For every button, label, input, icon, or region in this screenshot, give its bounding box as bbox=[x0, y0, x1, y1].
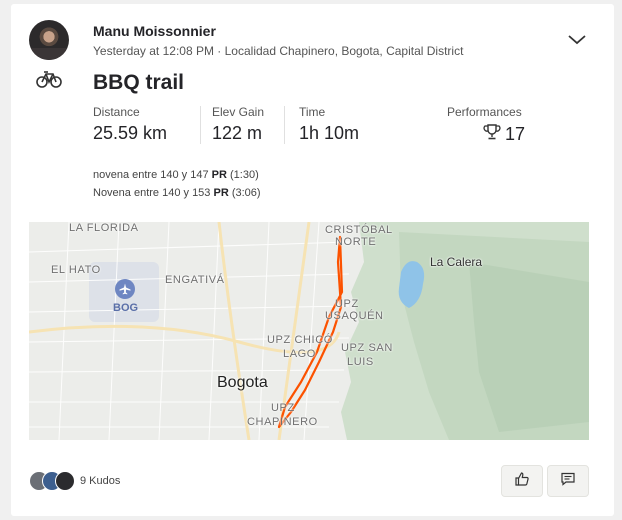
bike-icon bbox=[36, 70, 62, 88]
performances-count: 17 bbox=[505, 124, 526, 144]
map-label: UPZ CHICÓ bbox=[267, 334, 333, 346]
activity-meta: Yesterday at 12:08 PM · Localidad Chapin… bbox=[93, 44, 464, 58]
pr-badge: PR bbox=[213, 187, 229, 199]
map-label: UPZ SAN bbox=[341, 342, 393, 354]
stat-label: Time bbox=[299, 105, 326, 119]
map-canvas bbox=[29, 222, 589, 440]
segment-list: novena entre 140 y 147 PR (1:30) Novena … bbox=[93, 166, 261, 202]
airport-label: BOG bbox=[113, 302, 139, 314]
stat-performances[interactable]: Performances 17 bbox=[447, 105, 525, 146]
map-city-label: Bogota bbox=[217, 374, 268, 391]
stat-label: Distance bbox=[93, 105, 140, 119]
stat-label: Performances bbox=[447, 105, 522, 119]
thumbs-up-icon bbox=[514, 471, 530, 492]
trophy-icon bbox=[483, 123, 501, 146]
map-label: LAGO bbox=[283, 348, 316, 360]
athlete-name[interactable]: Manu Moissonnier bbox=[93, 23, 216, 39]
map-label: LUIS bbox=[347, 356, 374, 368]
map-label: UPZ bbox=[271, 402, 295, 414]
chevron-down-icon[interactable] bbox=[566, 30, 588, 48]
performances-value: 17 bbox=[447, 123, 525, 146]
map-label: ENGATIVÁ bbox=[165, 274, 225, 286]
stat-elevation: Elev Gain 122 m bbox=[212, 105, 264, 144]
stat-distance: Distance 25.59 km bbox=[93, 105, 167, 144]
map-label: NORTE bbox=[335, 236, 377, 248]
activity-card: Manu Moissonnier Yesterday at 12:08 PM ·… bbox=[11, 4, 614, 516]
divider bbox=[284, 106, 285, 144]
comment-button[interactable] bbox=[547, 465, 589, 497]
map-label: USAQUÉN bbox=[325, 310, 384, 322]
avatar bbox=[55, 471, 75, 491]
activity-title[interactable]: BBQ trail bbox=[93, 71, 184, 95]
comment-icon bbox=[560, 471, 576, 492]
map-label: UPZ bbox=[335, 298, 359, 310]
stat-time: Time 1h 10m bbox=[299, 105, 359, 144]
stat-value: 1h 10m bbox=[299, 123, 360, 143]
kudos-count[interactable]: 9 Kudos bbox=[80, 475, 120, 487]
map-label: CHAPINERO bbox=[247, 416, 318, 428]
segment-item[interactable]: novena entre 140 y 147 PR (1:30) bbox=[93, 166, 261, 184]
map-label: CRISTÓBAL bbox=[325, 224, 393, 236]
map-label: EL HATO bbox=[51, 264, 101, 276]
stat-value: 122 m bbox=[212, 123, 263, 143]
athlete-avatar[interactable] bbox=[29, 20, 69, 60]
segment-item[interactable]: Novena entre 140 y 153 PR (3:06) bbox=[93, 184, 261, 202]
map-label: LA FLORIDA bbox=[69, 222, 139, 234]
stat-value: 25.59 km bbox=[93, 123, 168, 143]
route-map[interactable]: LA FLORIDA EL HATO ENGATIVÁ CRISTÓBAL NO… bbox=[29, 222, 589, 440]
map-town-label: La Calera bbox=[430, 255, 483, 269]
divider bbox=[200, 106, 201, 144]
airport-icon bbox=[115, 279, 135, 299]
kudo-button[interactable] bbox=[501, 465, 543, 497]
stat-label: Elev Gain bbox=[212, 105, 265, 119]
kudos-avatars[interactable] bbox=[29, 471, 79, 493]
pr-badge: PR bbox=[211, 169, 227, 181]
